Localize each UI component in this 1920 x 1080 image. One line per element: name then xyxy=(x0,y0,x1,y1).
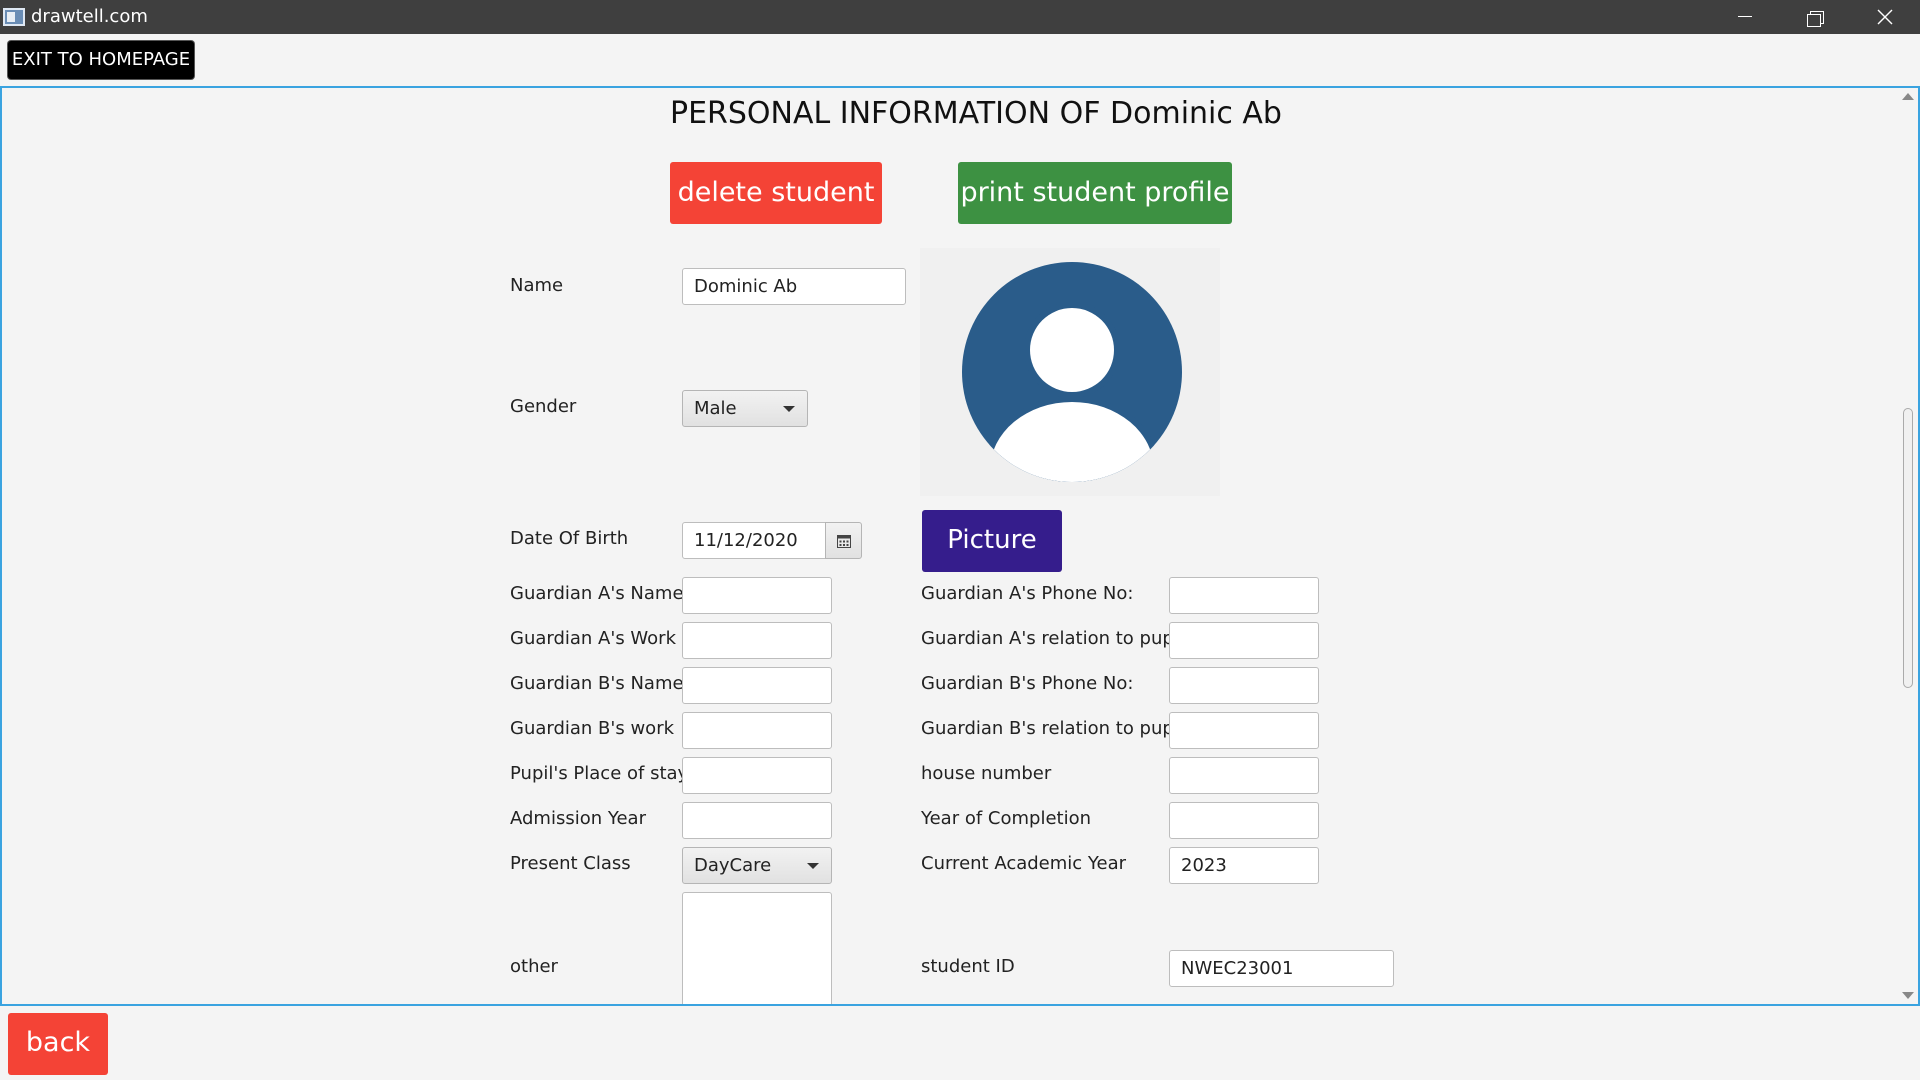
guardian-a-name-label: Guardian A's Name xyxy=(510,583,684,604)
current-academic-year-label: Current Academic Year xyxy=(921,853,1127,874)
close-button[interactable] xyxy=(1850,0,1920,34)
scroll-thumb[interactable] xyxy=(1903,408,1913,688)
gender-select[interactable]: Male xyxy=(682,390,808,427)
guardian-b-work-label: Guardian B's work xyxy=(510,718,675,739)
profile-scroll-pane[interactable]: PERSONAL INFORMATION OF Dominic Ab delet… xyxy=(0,86,1920,1006)
present-class-select[interactable]: DayCare xyxy=(682,847,832,884)
scroll-up-icon[interactable] xyxy=(1902,93,1914,100)
page-title: PERSONAL INFORMATION OF Dominic Ab xyxy=(670,96,1282,131)
picture-button[interactable]: Picture xyxy=(922,510,1062,572)
date-picker-button[interactable] xyxy=(825,522,862,559)
window-titlebar: drawtell.com xyxy=(0,0,1920,34)
guardian-b-phone-field[interactable] xyxy=(1169,667,1319,704)
guardian-b-name-label: Guardian B's Name xyxy=(510,673,684,694)
exit-to-homepage-button[interactable]: EXIT TO HOMEPAGE xyxy=(8,41,194,79)
place-of-stay-field[interactable] xyxy=(682,757,832,794)
student-id-label: student ID xyxy=(921,956,1015,977)
user-avatar-icon xyxy=(962,262,1182,482)
scroll-down-icon[interactable] xyxy=(1902,992,1914,999)
guardian-a-relation-field[interactable] xyxy=(1169,622,1319,659)
guardian-a-name-field[interactable] xyxy=(682,577,832,614)
app-icon xyxy=(3,8,25,26)
name-label: Name xyxy=(510,275,564,296)
house-number-label: house number xyxy=(921,763,1052,784)
admission-year-label: Admission Year xyxy=(510,808,646,829)
other-textarea[interactable] xyxy=(682,892,832,1004)
house-number-field[interactable] xyxy=(1169,757,1319,794)
guardian-a-phone-field[interactable] xyxy=(1169,577,1319,614)
back-button[interactable]: back xyxy=(8,1013,108,1075)
admission-year-field[interactable] xyxy=(682,802,832,839)
student-id-field[interactable]: NWEC23001 xyxy=(1169,950,1394,987)
vertical-scrollbar[interactable] xyxy=(1898,88,1918,1004)
guardian-a-work-label: Guardian A's Work xyxy=(510,628,676,649)
calendar-icon xyxy=(837,535,851,548)
window-title: drawtell.com xyxy=(31,6,148,27)
guardian-b-work-field[interactable] xyxy=(682,712,832,749)
present-class-value: DayCare xyxy=(694,855,772,876)
place-of-stay-label: Pupil's Place of stay xyxy=(510,763,689,784)
minimize-button[interactable] xyxy=(1710,0,1780,34)
close-icon xyxy=(1877,9,1893,25)
dob-label: Date Of Birth xyxy=(510,528,629,549)
year-of-completion-field[interactable] xyxy=(1169,802,1319,839)
chevron-down-icon xyxy=(783,406,795,412)
guardian-b-relation-label: Guardian B's relation to pupil xyxy=(921,718,1184,739)
print-student-profile-button[interactable]: print student profile xyxy=(958,162,1232,224)
chevron-down-icon xyxy=(807,863,819,869)
delete-student-button[interactable]: delete student xyxy=(670,162,882,224)
dob-field[interactable]: 11/12/2020 xyxy=(682,522,826,559)
present-class-label: Present Class xyxy=(510,853,631,874)
other-label: other xyxy=(510,956,558,977)
current-academic-year-field[interactable]: 2023 xyxy=(1169,847,1319,884)
guardian-a-work-field[interactable] xyxy=(682,622,832,659)
gender-label: Gender xyxy=(510,396,577,417)
guardian-a-relation-label: Guardian A's relation to pupil xyxy=(921,628,1184,649)
name-field[interactable]: Dominic Ab xyxy=(682,268,906,305)
year-of-completion-label: Year of Completion xyxy=(921,808,1091,829)
maximize-button[interactable] xyxy=(1780,0,1850,34)
guardian-b-name-field[interactable] xyxy=(682,667,832,704)
guardian-b-phone-label: Guardian B's Phone No: xyxy=(921,673,1134,694)
student-photo xyxy=(920,248,1220,496)
guardian-a-phone-label: Guardian A's Phone No: xyxy=(921,583,1134,604)
guardian-b-relation-field[interactable] xyxy=(1169,712,1319,749)
gender-value: Male xyxy=(694,398,737,419)
